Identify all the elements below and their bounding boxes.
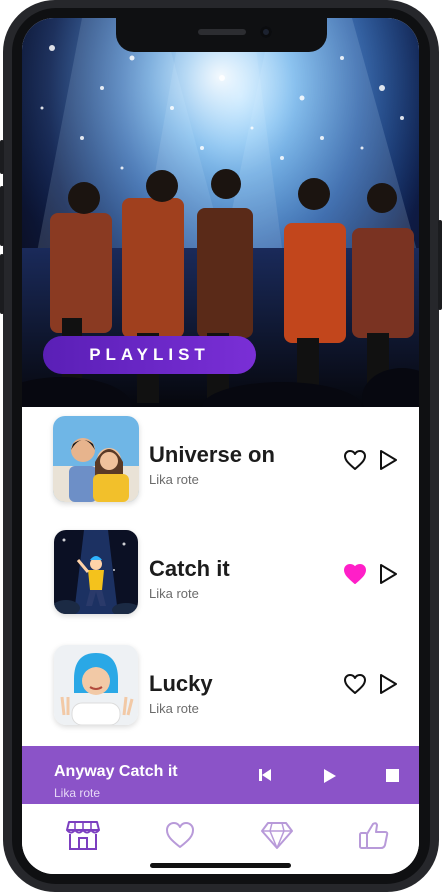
album-cover — [54, 530, 138, 614]
diamond-icon[interactable] — [260, 818, 294, 852]
stop-icon[interactable] — [386, 769, 399, 782]
song-title: Lucky — [149, 671, 213, 696]
heart-icon[interactable] — [343, 449, 367, 471]
song-artist: Lika rote — [149, 701, 199, 716]
couple-photo-thumbnail — [53, 416, 139, 502]
store-icon[interactable] — [66, 818, 100, 852]
heart-filled-icon[interactable] — [343, 563, 367, 585]
heart-icon[interactable] — [163, 818, 197, 852]
phone-side-button — [0, 140, 4, 174]
play-icon[interactable] — [378, 449, 398, 471]
song-artist: Lika rote — [149, 586, 199, 601]
phone-side-button — [438, 220, 442, 310]
phone-side-button — [0, 186, 4, 246]
song-title: Catch it — [149, 556, 230, 581]
now-playing-artist: Lika rote — [54, 786, 101, 800]
heart-icon[interactable] — [343, 673, 367, 695]
album-cover — [53, 416, 139, 502]
song-row[interactable]: Universe on Lika rote — [22, 416, 419, 516]
song-artist: Lika rote — [149, 472, 199, 487]
song-row[interactable]: Lucky Lika rote — [22, 645, 419, 745]
play-icon[interactable] — [323, 768, 337, 784]
app-screen: PLAYLIST Universe on Lika rote Catch it … — [22, 18, 419, 874]
song-title: Universe on — [149, 442, 275, 467]
album-cover — [54, 645, 138, 725]
playlist-badge[interactable]: PLAYLIST — [43, 336, 256, 374]
speaker-grille — [198, 29, 246, 35]
phone-side-button — [0, 254, 4, 314]
front-camera — [260, 26, 272, 38]
play-icon[interactable] — [378, 563, 398, 585]
home-indicator[interactable] — [150, 863, 291, 868]
phone-notch — [116, 18, 327, 52]
play-icon[interactable] — [378, 673, 398, 695]
thumbs-up-icon[interactable] — [357, 818, 391, 852]
song-row[interactable]: Catch it Lika rote — [22, 530, 419, 630]
hero-concert-image: PLAYLIST — [22, 18, 419, 407]
now-playing-title: Anyway Catch it — [54, 763, 178, 780]
now-playing-bar[interactable]: Anyway Catch it Lika rote — [22, 746, 419, 804]
skip-previous-icon[interactable] — [258, 768, 272, 782]
blue-hair-photo-thumbnail — [54, 645, 138, 725]
stage-photo-thumbnail — [54, 530, 138, 614]
